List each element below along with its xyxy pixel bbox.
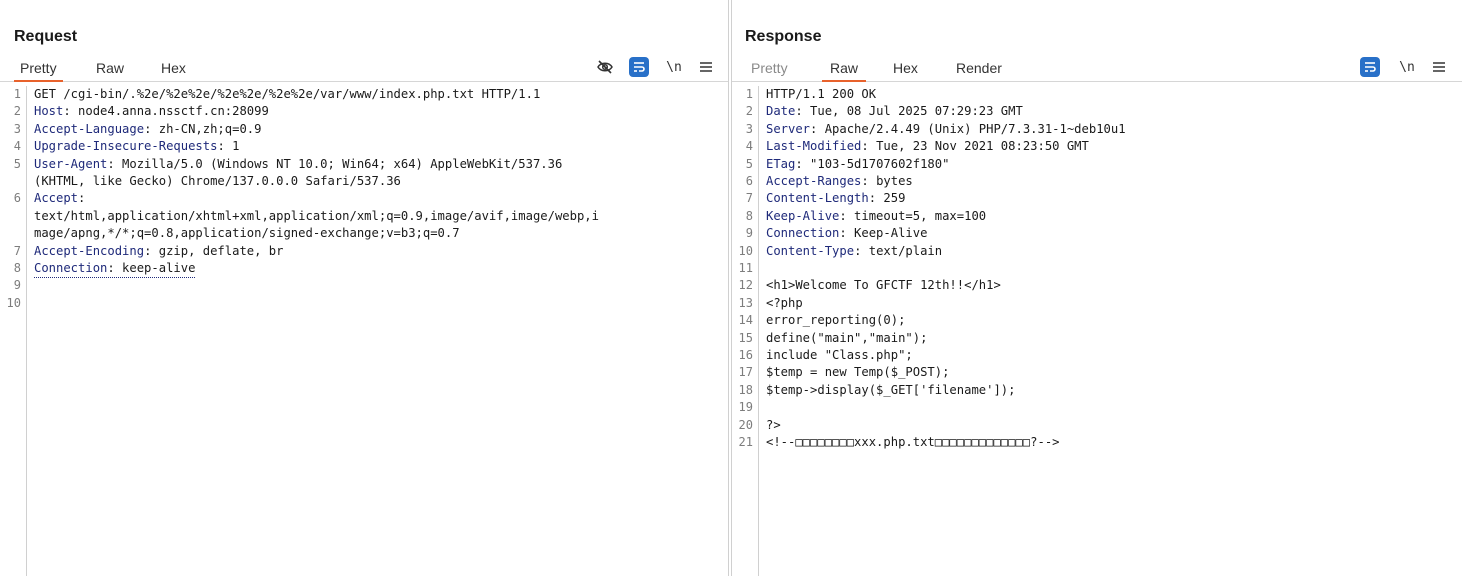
tab-raw[interactable]: Raw — [822, 60, 867, 82]
response-tabbar: Pretty Raw Hex Render \n — [732, 56, 1462, 82]
response-title: Response — [745, 28, 822, 45]
request-title: Request — [14, 28, 78, 45]
response-editor[interactable]: 1 HTTP/1.1 200 OK 2 Date: Tue, 08 Jul 2025… — [732, 86, 1462, 576]
menu-icon[interactable] — [1430, 56, 1448, 78]
newline-toggle-button[interactable]: \n — [1397, 56, 1417, 78]
tab-render[interactable]: Render — [956, 60, 1002, 82]
newline-toggle-button[interactable]: \n — [664, 56, 684, 78]
hide-nonprinting-icon[interactable] — [595, 56, 615, 78]
tab-pretty[interactable]: Pretty — [751, 60, 788, 82]
gutter-divider — [26, 86, 27, 576]
word-wrap-icon[interactable] — [628, 56, 650, 78]
response-pane: Response Pretty Raw Hex Render \n 1 HTTP/… — [731, 0, 1462, 576]
request-editor[interactable]: 1 GET /cgi-bin/.%2e/%2e%2e/%2e%2e/%2e%2e/… — [0, 86, 728, 576]
word-wrap-icon[interactable] — [1359, 56, 1381, 78]
tab-hex[interactable]: Hex — [161, 60, 186, 82]
menu-icon[interactable] — [697, 56, 715, 78]
tab-pretty[interactable]: Pretty — [14, 60, 63, 82]
gutter-divider — [758, 86, 759, 576]
tab-hex[interactable]: Hex — [893, 60, 918, 82]
request-pane: Request Pretty Raw Hex \n 1 GET /cgi-bin/… — [0, 0, 729, 576]
tab-raw[interactable]: Raw — [96, 60, 124, 82]
request-tabbar: Pretty Raw Hex \n — [0, 56, 728, 82]
